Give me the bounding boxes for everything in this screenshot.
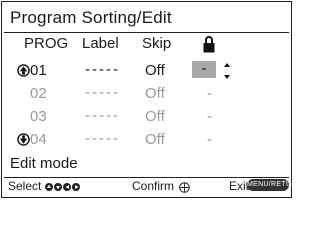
footer-confirm-label: Confirm [132,179,175,193]
prog-number: 04 [30,131,47,148]
footer-divider [4,177,289,178]
lock-icon [203,36,215,53]
enter-button-icon [179,182,190,193]
skip-value: Off [145,108,165,125]
title-divider [4,32,289,33]
down-arrow-circle-icon [17,133,30,146]
program-label: ----- [85,107,120,124]
program-row-02[interactable]: 02 ----- Off - [2,84,293,105]
column-header-prog: PROG [24,35,69,52]
directional-buttons-icon [45,183,80,191]
program-row-01[interactable]: 01 ----- Off - [2,60,293,82]
skip-value: Off [145,131,165,148]
program-row-03[interactable]: 03 ----- Off - [2,107,293,128]
prog-number: 03 [30,108,47,125]
up-arrow-circle-icon [17,64,30,77]
program-label: ----- [85,84,120,101]
program-label: ----- [85,130,120,147]
footer-select-label: Select [8,179,42,193]
column-header-label: Label [82,35,119,52]
menu-return-button-icon: MENU/RETURN [247,179,302,191]
lock-value: - [207,108,212,125]
up-down-adjust-icon [224,63,230,79]
skip-value: Off [145,62,165,79]
column-header-skip: Skip [142,35,172,52]
footer-exit-label: Exit [229,179,250,193]
prog-number: 02 [30,85,47,102]
lock-value: - [207,131,212,148]
mode-indicator: Edit mode [10,155,78,172]
lock-value-selected[interactable]: - [192,60,216,78]
osd-panel: Program Sorting/Edit PROG Label Skip 01 … [1,1,292,198]
program-row-04[interactable]: 04 ----- Off - [2,130,293,151]
skip-value: Off [145,85,165,102]
screen-title: Program Sorting/Edit [10,8,172,27]
program-label: ----- [85,61,120,78]
prog-number: 01 [30,62,47,79]
lock-value: - [201,60,207,77]
lock-value: - [207,85,212,102]
